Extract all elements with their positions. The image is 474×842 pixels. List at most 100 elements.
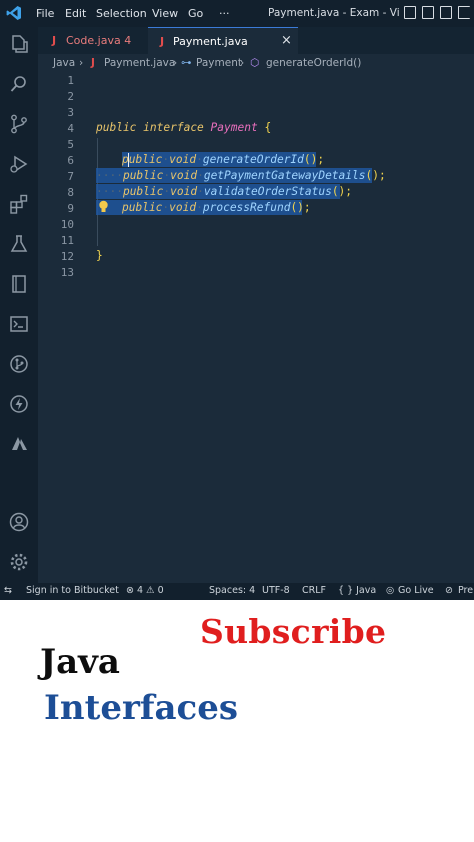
- title-bar: File Edit Selection View Go ··· Payment.…: [0, 0, 474, 27]
- keyword: interface: [143, 121, 204, 134]
- menu-edit[interactable]: Edit: [65, 7, 86, 20]
- testing-flask-icon[interactable]: [8, 233, 30, 255]
- search-icon[interactable]: [8, 73, 30, 95]
- toggle-sidebar-icon[interactable]: [422, 6, 434, 19]
- explorer-icon[interactable]: [8, 33, 30, 55]
- title-interfaces: Interfaces: [44, 688, 239, 728]
- close-tab-icon[interactable]: ×: [281, 33, 292, 48]
- method-name: generateOrderId: [202, 153, 304, 166]
- keyword: void: [170, 185, 198, 198]
- tab-code-java[interactable]: J Code.java 4: [38, 27, 148, 54]
- extensions-icon[interactable]: [8, 193, 30, 215]
- line-number: 5: [67, 138, 74, 151]
- method-symbol-icon: ⬡: [250, 57, 260, 69]
- code-line-method: public·void·generateOrderId();: [122, 153, 325, 166]
- line-number: 8: [67, 186, 74, 199]
- line-number: 11: [60, 234, 74, 247]
- text-cursor: [128, 153, 129, 167]
- keyword: void: [170, 169, 198, 182]
- activity-bar: [0, 27, 38, 583]
- eol-setting[interactable]: CRLF: [302, 585, 326, 596]
- line-number: 7: [67, 170, 74, 183]
- encoding-setting[interactable]: UTF-8: [262, 585, 290, 596]
- prettier-icon[interactable]: ⊘: [445, 585, 453, 596]
- keyword: void: [169, 153, 197, 166]
- breadcrumb-interface[interactable]: Payment: [196, 57, 242, 69]
- problems-count[interactable]: ⊗ 4 ⚠ 0: [126, 585, 164, 596]
- line-number: 9: [67, 202, 74, 215]
- line-number: 2: [67, 90, 74, 103]
- code-line-closing-brace: }: [96, 249, 103, 262]
- title-java: Java: [40, 642, 120, 682]
- breadcrumb-method[interactable]: generateOrderId(): [266, 57, 361, 69]
- menu-view[interactable]: View: [152, 7, 178, 20]
- method-name: getPaymentGatewayDetails: [203, 169, 366, 182]
- keyword: public: [122, 201, 163, 214]
- vscode-logo-icon[interactable]: [6, 5, 22, 21]
- toggle-secondary-sidebar-icon[interactable]: [440, 6, 452, 19]
- tab-label: Code.java 4: [66, 34, 132, 47]
- run-debug-icon[interactable]: [8, 153, 30, 175]
- toggle-panel-icon[interactable]: [404, 6, 416, 19]
- vscode-window: File Edit Selection View Go ··· Payment.…: [0, 0, 474, 600]
- terminal-icon[interactable]: [8, 313, 30, 335]
- keyword: public: [122, 185, 164, 198]
- breadcrumb-root[interactable]: Java: [53, 57, 75, 69]
- remote-icon[interactable]: ⇆: [4, 585, 12, 596]
- account-icon[interactable]: [8, 511, 30, 533]
- go-live-button[interactable]: Go Live: [398, 585, 434, 596]
- status-bar: ⇆ Sign in to Bitbucket ⊗ 4 ⚠ 0 Spaces: 4…: [0, 583, 474, 600]
- parens: ();: [331, 185, 353, 198]
- menu-more[interactable]: ···: [219, 7, 230, 20]
- menu-go[interactable]: Go: [188, 7, 203, 20]
- keyword: public: [122, 169, 164, 182]
- parens: ();: [303, 153, 325, 166]
- editor-tabs: J Code.java 4 J Payment.java ×: [38, 27, 474, 54]
- chevron-right-icon: ›: [173, 57, 178, 69]
- lightbulb-icon[interactable]: [98, 200, 109, 214]
- line-number: 4: [67, 122, 74, 135]
- broadcast-icon[interactable]: ◎: [386, 585, 394, 596]
- indentation-setting[interactable]: Spaces: 4: [209, 585, 255, 596]
- line-number: 3: [67, 106, 74, 119]
- breadcrumb: Java › J Payment.java › ⊶ Payment › ⬡ ge…: [38, 54, 474, 74]
- code-line-method: ····public·void·validateOrderStatus();: [96, 185, 353, 198]
- line-number: 6: [67, 154, 74, 167]
- code-line-interface-declaration: public interface Payment {: [96, 121, 271, 134]
- line-number: 12: [60, 250, 74, 263]
- menu-selection[interactable]: Selection: [96, 7, 147, 20]
- lightning-icon[interactable]: [8, 393, 30, 415]
- line-number: 1: [67, 74, 74, 87]
- notebook-icon[interactable]: [8, 273, 30, 295]
- java-file-icon: J: [52, 34, 57, 47]
- chevron-right-icon: ›: [79, 57, 84, 69]
- code-line-method: ····public·void·getPaymentGatewayDetails…: [96, 169, 386, 182]
- code-line-method: public·void·processRefund();: [122, 201, 311, 214]
- subscribe-text: Subscribe: [200, 612, 387, 651]
- line-number: 13: [60, 266, 74, 279]
- keyword: void: [169, 201, 197, 214]
- bitbucket-signin[interactable]: Sign in to Bitbucket: [26, 585, 119, 596]
- breadcrumb-file[interactable]: Payment.java: [104, 57, 175, 69]
- brace: }: [96, 249, 103, 262]
- java-file-icon: J: [91, 57, 95, 69]
- settings-gear-icon[interactable]: [8, 551, 30, 573]
- parens: ();: [365, 169, 386, 182]
- keyword: public: [96, 121, 137, 134]
- menu-file[interactable]: File: [36, 7, 54, 20]
- line-number: 10: [60, 218, 74, 231]
- code-editor[interactable]: 1 2 3 4 5 6 7 8 9 10 11 12 13 public int…: [38, 74, 474, 583]
- git-graph-icon[interactable]: [8, 353, 30, 375]
- window-title: Payment.java - Exam - Visua...: [268, 7, 400, 19]
- method-name: processRefund: [202, 201, 291, 214]
- language-mode[interactable]: { } Java: [338, 585, 376, 596]
- layout-icon[interactable]: [458, 6, 470, 19]
- brace: {: [264, 121, 272, 134]
- prettier-label[interactable]: Pre: [458, 585, 473, 596]
- type-name: Payment: [210, 121, 258, 134]
- method-name: validateOrderStatus: [203, 185, 332, 198]
- source-control-icon[interactable]: [8, 113, 30, 135]
- tab-payment-java[interactable]: J Payment.java ×: [148, 27, 298, 54]
- java-file-icon: J: [160, 35, 165, 48]
- azure-icon[interactable]: [8, 433, 30, 455]
